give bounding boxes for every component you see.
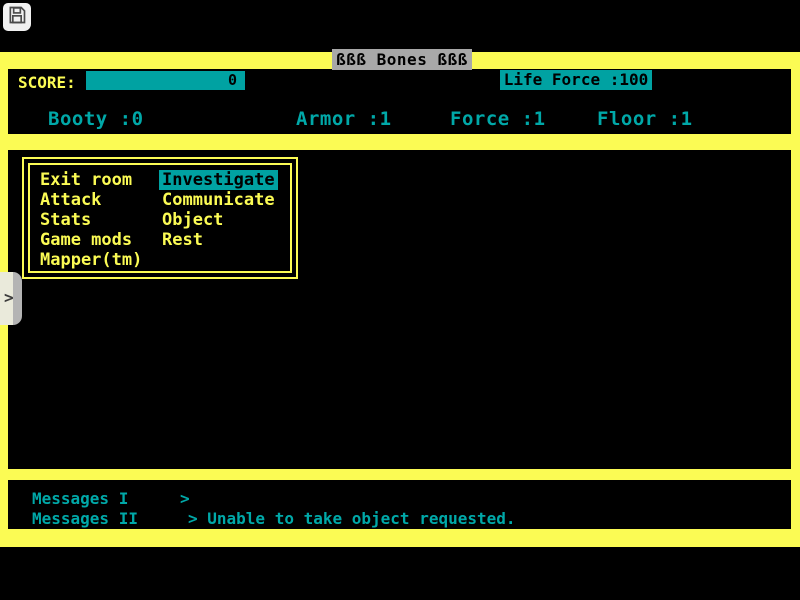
save-button[interactable] — [3, 3, 31, 31]
menu-item-rest[interactable]: Rest — [162, 230, 278, 250]
drawer-handle[interactable]: > — [0, 272, 22, 325]
menu-item-object[interactable]: Object — [162, 210, 278, 230]
messages-2-label: Messages II — [32, 509, 138, 529]
score-label: SCORE: — [18, 73, 76, 92]
stat-booty: Booty :0 — [48, 108, 144, 130]
menu-column-left: Exit room Attack Stats Game mods Mapper(… — [40, 170, 142, 270]
menu-item-investigate[interactable]: Investigate — [159, 170, 278, 190]
action-menu: Exit room Attack Stats Game mods Mapper(… — [22, 157, 298, 279]
floppy-disk-icon — [7, 5, 27, 29]
stat-floor: Floor :1 — [597, 108, 693, 130]
menu-item-mapper[interactable]: Mapper(tm) — [40, 250, 142, 270]
stat-force: Force :1 — [450, 108, 546, 130]
messages-1-prompt: > — [180, 489, 190, 509]
menu-column-right: Investigate Communicate Object Rest — [162, 170, 278, 250]
chevron-right-icon: > — [4, 289, 14, 307]
hud-panel: SCORE: 0 Life Force :100 Booty :0 Armor … — [8, 69, 791, 134]
stat-armor: Armor :1 — [296, 108, 392, 130]
score-bar: 0 — [86, 71, 245, 90]
menu-item-exit-room[interactable]: Exit room — [40, 170, 142, 190]
life-force-bar: Life Force :100 — [500, 70, 652, 90]
action-menu-border: Exit room Attack Stats Game mods Mapper(… — [28, 163, 292, 273]
messages-panel: Messages I > Messages II > Unable to tak… — [8, 480, 791, 529]
menu-item-communicate[interactable]: Communicate — [162, 190, 278, 210]
messages-1-label: Messages I — [32, 489, 128, 509]
window-title: ßßß Bones ßßß — [332, 49, 472, 70]
menu-item-game-mods[interactable]: Game mods — [40, 230, 142, 250]
menu-item-stats[interactable]: Stats — [40, 210, 142, 230]
drawer-handle-edge — [13, 272, 22, 325]
game-viewport: Exit room Attack Stats Game mods Mapper(… — [8, 150, 791, 469]
messages-2-text: > Unable to take object requested. — [188, 509, 516, 529]
menu-item-attack[interactable]: Attack — [40, 190, 142, 210]
